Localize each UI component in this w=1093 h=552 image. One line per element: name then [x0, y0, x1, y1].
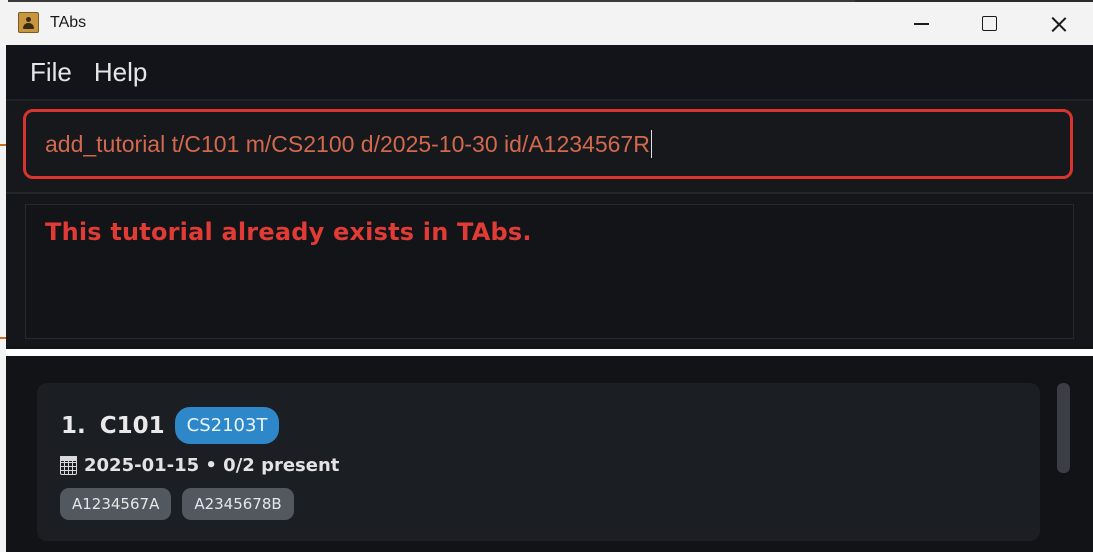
tutorial-card-header: 1. C101 CS2103T	[61, 407, 280, 444]
calendar-icon	[60, 456, 77, 475]
student-tags: A1234567A A2345678B	[60, 488, 305, 520]
tutorial-index: 1.	[61, 412, 86, 439]
maximize-button[interactable]	[969, 10, 1009, 38]
tutorial-date-attendance: 2025-01-15 • 0/2 present	[84, 455, 340, 476]
result-display[interactable]: This tutorial already exists in TAbs.	[25, 204, 1074, 339]
tutorial-id: C101	[99, 412, 165, 439]
menu-bar: File Help	[6, 45, 1093, 101]
window-title: TAbs	[50, 14, 87, 31]
app-window: TAbs File Help add_tutorial t/C101 m/CS2…	[6, 2, 1093, 552]
split-pane-divider[interactable]	[6, 349, 1093, 356]
menu-file[interactable]: File	[30, 57, 72, 88]
close-button[interactable]	[1039, 10, 1079, 38]
tutorial-list: 1. C101 CS2103T 2025-01-15 • 0/2 present…	[6, 358, 1093, 552]
tutorial-card[interactable]: 1. C101 CS2103T 2025-01-15 • 0/2 present…	[37, 383, 1040, 541]
menu-help[interactable]: Help	[94, 57, 147, 88]
minimize-button[interactable]	[900, 10, 940, 38]
command-input[interactable]: add_tutorial t/C101 m/CS2100 d/2025-10-3…	[23, 109, 1073, 179]
title-bar[interactable]: TAbs	[6, 2, 1093, 45]
command-input-text: add_tutorial t/C101 m/CS2100 d/2025-10-3…	[45, 130, 650, 157]
address-book-icon	[18, 12, 39, 33]
result-display-area: This tutorial already exists in TAbs.	[6, 194, 1093, 347]
text-caret	[650, 130, 653, 158]
command-area: add_tutorial t/C101 m/CS2100 d/2025-10-3…	[6, 101, 1093, 194]
result-message: This tutorial already exists in TAbs.	[45, 218, 532, 246]
scrollbar-thumb[interactable]	[1057, 383, 1070, 473]
module-badge: CS2103T	[174, 407, 280, 444]
tutorial-info: 2025-01-15 • 0/2 present	[60, 455, 339, 476]
student-tag: A1234567A	[60, 488, 172, 520]
student-tag: A2345678B	[182, 488, 294, 520]
